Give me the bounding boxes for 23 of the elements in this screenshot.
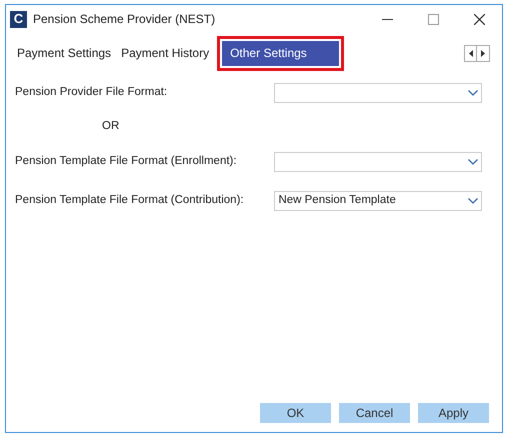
tab[interactable]: Payment History [119, 40, 212, 66]
separator-text: OR [102, 119, 120, 134]
chevron-down-icon [468, 158, 478, 164]
close-icon [474, 14, 484, 24]
minimize-icon [382, 18, 392, 20]
dialog-button[interactable]: OK [260, 403, 331, 423]
tab[interactable]: Payment Settings [15, 40, 114, 66]
dropdown-field[interactable] [274, 82, 482, 102]
right-arrow-icon [481, 50, 485, 56]
chevron-down-icon [468, 90, 478, 96]
tab[interactable]: Other Settings [222, 40, 340, 66]
dropdown-field[interactable] [274, 152, 482, 172]
chevron-down-icon [468, 198, 478, 204]
field-label: Pension Template File Format (Enrollment): [15, 154, 238, 169]
dialog-button[interactable]: Cancel [339, 403, 410, 423]
app-logo: C [10, 10, 27, 28]
field-label: Pension Template File Format (Contribution): [15, 192, 245, 208]
window-title: Pension Scheme Provider (NEST) [33, 11, 216, 28]
dropdown-field[interactable]: New Pension Template [274, 190, 482, 210]
field-label: Pension Provider File Format: [15, 84, 168, 100]
dialog-button[interactable]: Apply [418, 403, 489, 423]
maximize-icon [428, 14, 438, 24]
left-arrow-icon [468, 50, 472, 56]
